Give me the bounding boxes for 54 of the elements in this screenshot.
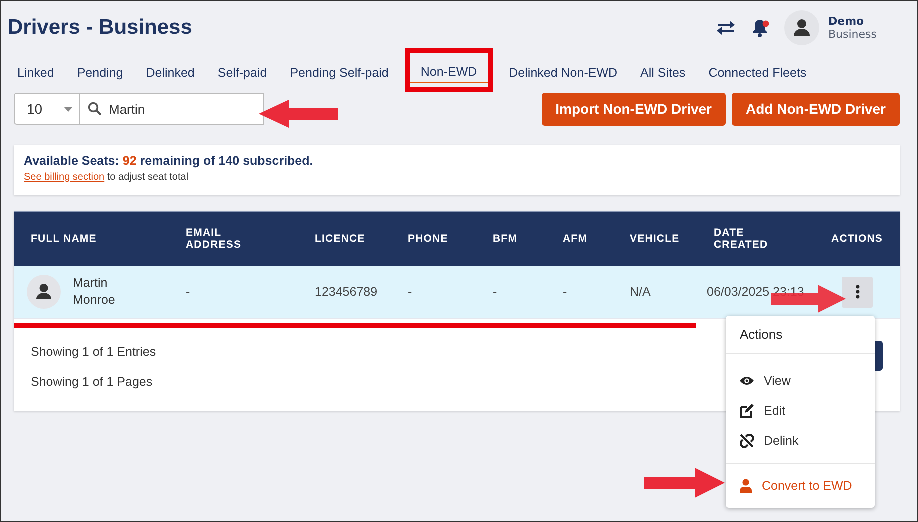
pages-count: Showing 1 of 1 Pages [31, 375, 153, 389]
user-role: Business [828, 28, 877, 41]
billing-hint: to adjust seat total [107, 172, 189, 183]
caret-icon [64, 106, 73, 112]
kebab-icon [856, 285, 860, 299]
menu-title: Actions [726, 316, 875, 354]
page-title: Drivers - Business [8, 16, 192, 40]
table-cell-text: N/A [629, 285, 652, 299]
more-button[interactable] [842, 276, 873, 308]
table-cell-text: - [185, 285, 192, 299]
action-button[interactable]: Import Non-EWD Driver [542, 92, 726, 126]
tab[interactable]: Delinked [134, 60, 206, 90]
column-header: PHONE [407, 233, 450, 245]
page-size-select[interactable]: 10 [14, 93, 80, 125]
table-cell-text: - [492, 285, 498, 299]
tab[interactable]: Non-EWD [409, 60, 489, 83]
unlink-icon [740, 434, 754, 448]
menu-item[interactable]: Convert to EWD [726, 468, 875, 504]
bell-icon[interactable] [750, 18, 770, 38]
tab[interactable]: Pending Self-paid [278, 60, 400, 90]
tab[interactable]: Delinked Non-EWD [498, 60, 630, 90]
avatar-icon [27, 275, 61, 309]
menu-item[interactable]: Delink [726, 426, 875, 456]
column-header: LICENCE [314, 233, 366, 245]
column-header: BFM [492, 233, 519, 245]
tab[interactable]: Linked [6, 60, 66, 90]
tab[interactable]: Connected Fleets [697, 60, 818, 90]
column-header: FULL NAME [30, 233, 98, 245]
table-cell-text: Martin Monroe [73, 275, 116, 309]
table-cell-text: - [562, 285, 568, 299]
column-header: VEHICLE [629, 233, 681, 245]
action-button[interactable]: Add Non-EWD Driver [732, 92, 900, 126]
table-cell-text: 123456789 [314, 285, 379, 299]
avatar-icon[interactable] [784, 10, 820, 46]
billing-link[interactable]: See billing section [24, 172, 105, 183]
search-icon [88, 102, 102, 116]
person-icon [740, 479, 752, 493]
column-header: EMAIL ADDRESS [185, 227, 243, 251]
menu-item[interactable]: Edit [726, 396, 875, 426]
eye-icon [740, 376, 754, 386]
tab[interactable]: All Sites [629, 60, 698, 90]
user-name: Demo [828, 15, 866, 28]
seats-summary: Available Seats: 92 remaining of 140 subscribed. [24, 154, 314, 168]
swap-icon[interactable] [716, 20, 736, 36]
search-field[interactable]: Martin [80, 93, 264, 125]
entries-count: Showing 1 of 1 Entries [31, 345, 156, 359]
menu-item[interactable]: View [726, 366, 875, 396]
column-header: ACTIONS [830, 233, 884, 245]
column-header: AFM [562, 233, 589, 245]
table-cell-text: - [407, 285, 414, 299]
edit-icon [740, 404, 754, 418]
tab[interactable]: Self-paid [206, 60, 279, 90]
tab[interactable]: Pending [66, 60, 135, 90]
column-header: DATE CREATED [713, 227, 770, 251]
